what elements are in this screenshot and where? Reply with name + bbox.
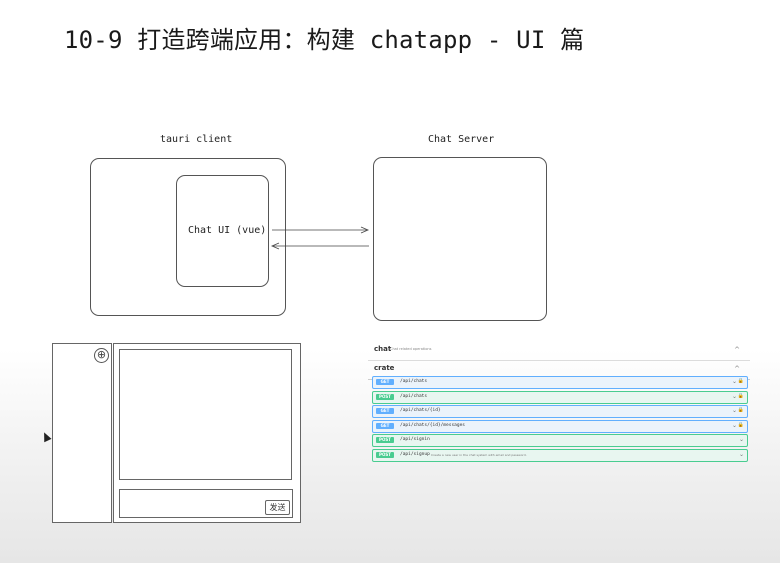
endpoint-row[interactable]: GET/api/chats/{id} ⌄ 🔒 [372,405,748,418]
chevron-down-icon[interactable]: ⌄ [732,378,737,385]
endpoint-row[interactable]: GET/api/chats ⌄ 🔒 [372,376,748,389]
chevron-down-icon[interactable]: ⌄ [732,393,737,400]
section-name: crate [374,364,395,372]
method-badge: POST [376,451,394,458]
endpoint-path: /api/signup [400,451,430,457]
endpoint-path: /api/signin [400,437,430,442]
endpoint-path: /api/chats [400,379,428,384]
lock-icon[interactable]: 🔒 [738,393,744,399]
section-name: chat [374,345,392,353]
add-chat-icon[interactable]: ⊕ [94,348,109,363]
method-badge: POST [376,437,394,443]
endpoint-row[interactable]: POST/api/signin ⌄ [372,434,748,447]
chevron-down-icon[interactable]: ⌄ [732,422,737,429]
send-button[interactable]: 发送 [265,500,290,515]
swagger-panel: chat Chat related operations ^ crate ^ G… [368,342,750,480]
chevron-down-icon[interactable]: ⌄ [739,436,744,443]
endpoint-path: /api/chats/{id}/messages [400,422,466,428]
method-badge: GET [376,408,394,414]
endpoint-row[interactable]: POST/api/signup Create a new user in the … [372,448,748,462]
lock-icon[interactable]: 🔒 [738,378,744,384]
lock-icon[interactable]: 🔒 [738,422,744,428]
message-area-sketch [119,349,292,480]
endpoint-path: /api/chats/{id} [400,408,441,413]
lock-icon[interactable]: 🔒 [738,407,744,413]
method-badge: POST [376,393,394,400]
chevron-up-icon[interactable]: ^ [734,346,740,354]
chevron-up-icon[interactable]: ^ [734,365,740,373]
chevron-down-icon[interactable]: ⌄ [732,407,737,414]
sidebar-sketch [52,343,112,523]
endpoint-path: /api/chats [400,393,428,399]
chevron-down-icon[interactable]: ⌄ [739,451,744,458]
endpoint-row[interactable]: GET/api/chats/{id}/messages ⌄ 🔒 [372,419,748,433]
endpoint-list: GET/api/chats ⌄ 🔒 POST/api/chats ⌄ 🔒 GET/api/c… [368,376,750,480]
endpoint-description: Create a new user in the chat system wit… [431,452,527,457]
method-badge: GET [376,422,394,429]
section-chat[interactable]: chat Chat related operations ^ [368,342,750,361]
endpoint-row[interactable]: POST/api/chats ⌄ 🔒 [372,390,748,404]
method-badge: GET [376,379,394,385]
section-description: Chat related operations [390,347,432,351]
